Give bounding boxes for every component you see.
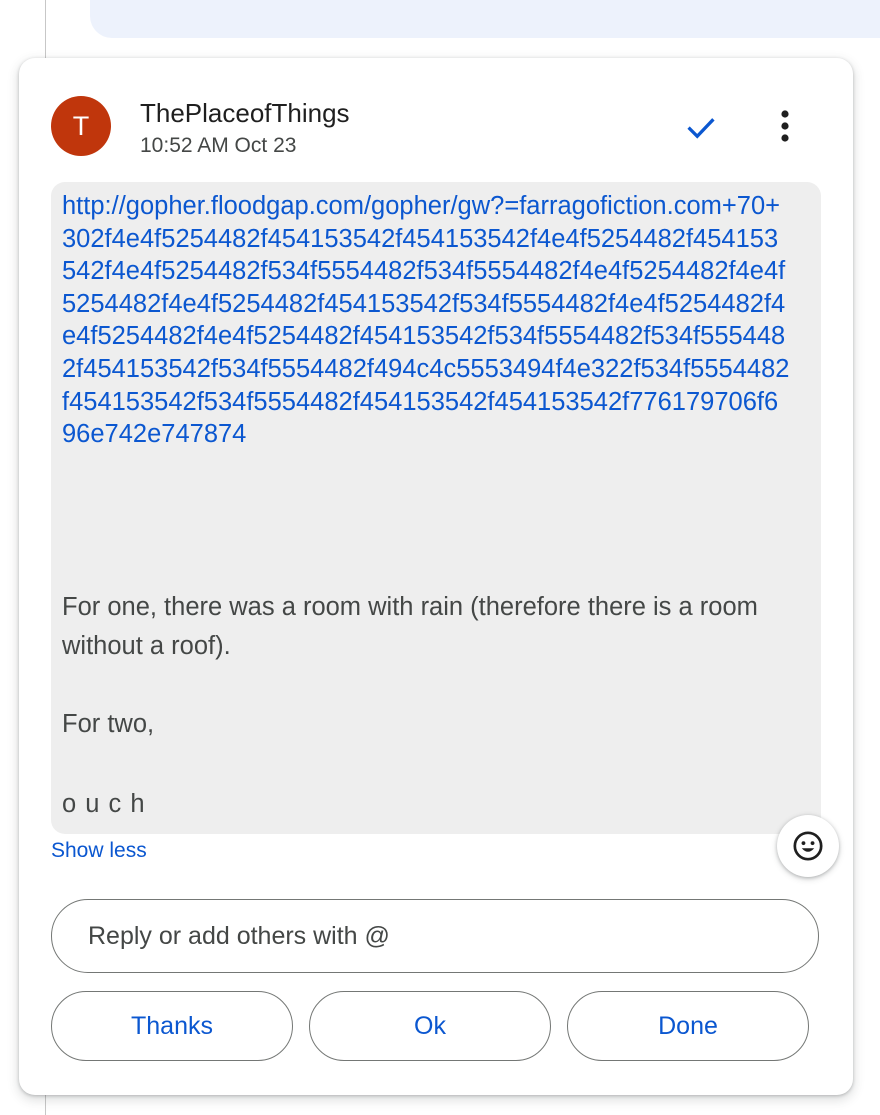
quick-reply-ok-button[interactable]: Ok — [309, 991, 551, 1061]
reply-input[interactable] — [86, 920, 790, 952]
avatar[interactable]: T — [51, 96, 111, 156]
resolve-button[interactable] — [679, 106, 723, 150]
show-less-link[interactable]: Show less — [51, 839, 147, 863]
comment-paragraph: o u c h — [62, 790, 146, 818]
more-options-button[interactable] — [763, 104, 807, 148]
comment-timestamp: 10:52 AM Oct 23 — [140, 134, 297, 157]
comment-link[interactable]: http://gopher.floodgap.com/gopher/gw?=fa… — [62, 190, 792, 451]
quick-reply-done-button[interactable]: Done — [567, 991, 809, 1061]
reply-field[interactable] — [51, 899, 819, 973]
more-vert-icon — [781, 110, 789, 142]
comment-paragraph: For two, — [62, 710, 155, 738]
smiley-icon — [793, 831, 823, 861]
check-icon — [687, 118, 715, 139]
author-name: ThePlaceofThings — [140, 98, 350, 128]
quick-reply-thanks-button[interactable]: Thanks — [51, 991, 293, 1061]
add-reaction-button[interactable] — [777, 815, 839, 877]
comment-body: http://gopher.floodgap.com/gopher/gw?=fa… — [51, 182, 821, 834]
comment-card: T ThePlaceofThings 10:52 AM Oct 23 http:… — [19, 58, 853, 1095]
previous-message-bubble — [90, 0, 880, 38]
comment-paragraph: For one, there was a room with rain (the… — [62, 593, 758, 660]
avatar-initial: T — [72, 110, 90, 141]
